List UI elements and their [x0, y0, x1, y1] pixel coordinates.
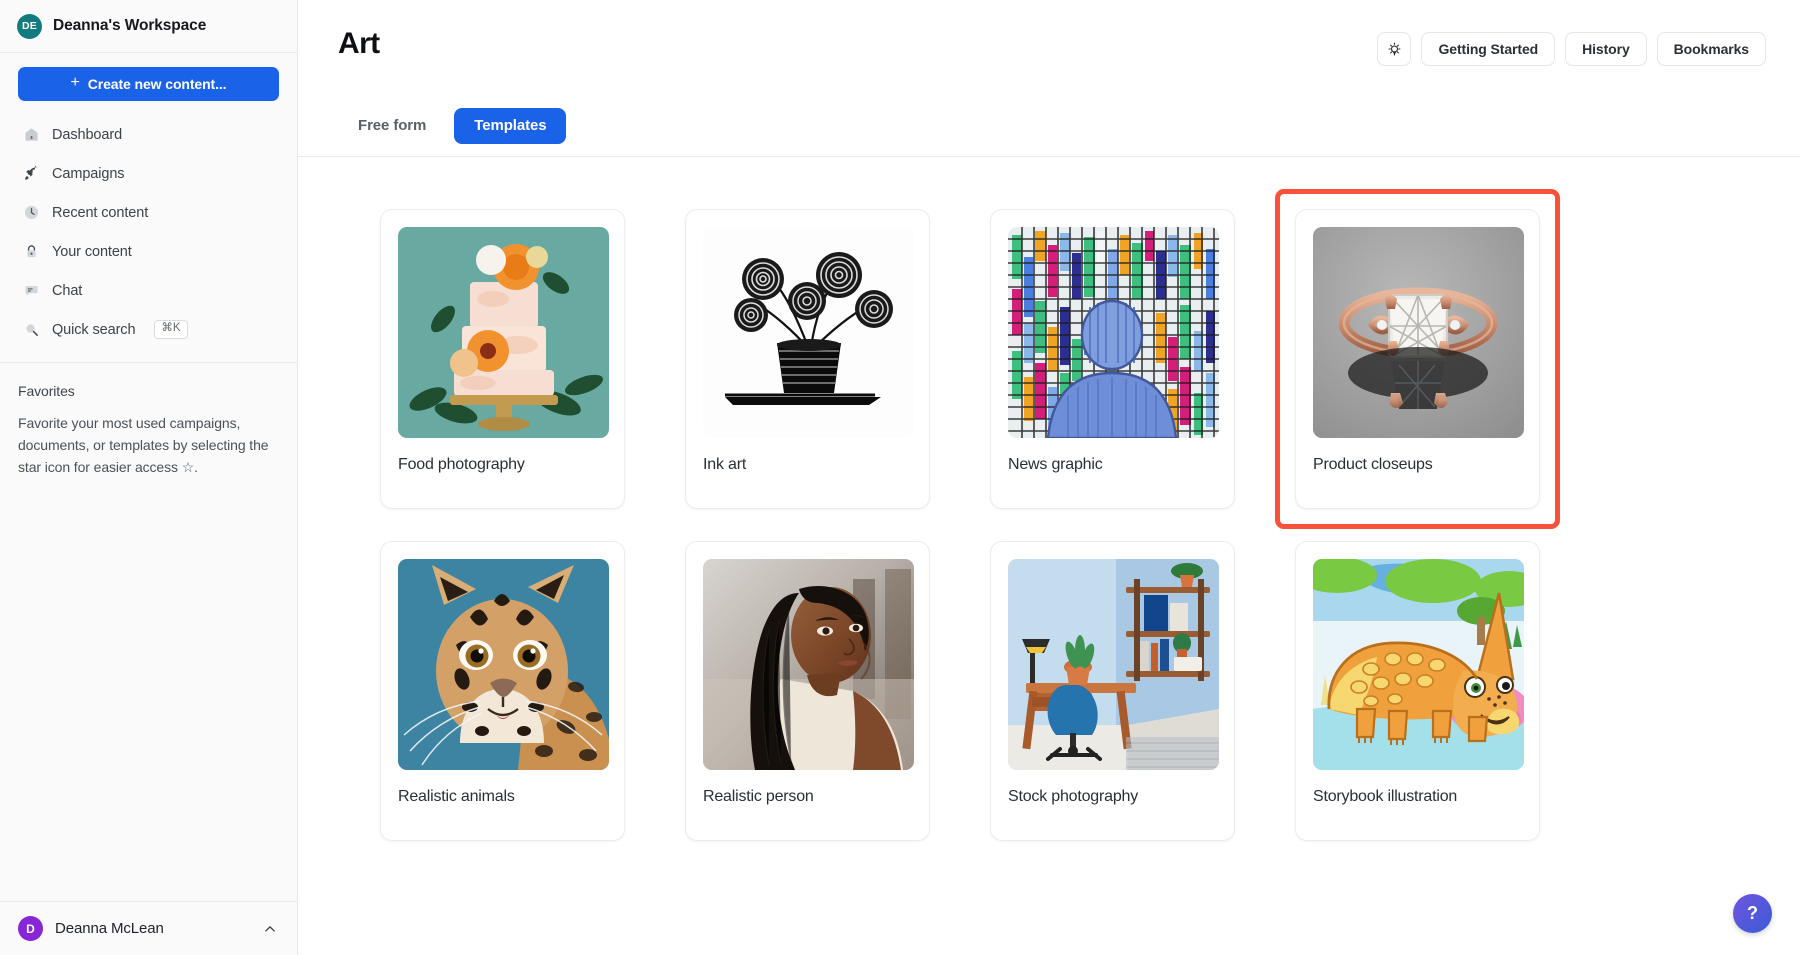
avatar: D [18, 916, 43, 941]
app-root: DE Deanna's Workspace + Create new conte… [0, 0, 1800, 955]
template-label: Product closeups [1313, 455, 1522, 475]
bookmarks-button[interactable]: Bookmarks [1657, 32, 1766, 66]
tab-bar: Free form Templates [298, 95, 1800, 157]
template-label: Stock photography [1008, 787, 1217, 807]
template-thumbnail [1313, 559, 1524, 770]
search-icon [22, 321, 40, 339]
sidebar-item-label: Recent content [52, 205, 148, 221]
sidebar-item-recent-content[interactable]: Recent content [18, 193, 279, 232]
template-thumbnail [1008, 559, 1219, 770]
tab-templates[interactable]: Templates [454, 108, 566, 144]
template-card-stock-photography[interactable]: Stock photography [990, 541, 1235, 841]
home-icon [22, 126, 40, 144]
favorites-section: Favorites Favorite your most used campai… [0, 363, 297, 478]
template-card-realistic-animals[interactable]: Realistic animals [380, 541, 625, 841]
sidebar-item-chat[interactable]: Chat [18, 271, 279, 310]
favorites-title: Favorites [18, 383, 277, 399]
page-header: Art Getting Started History Bookmarks [298, 0, 1800, 95]
rocket-icon [22, 165, 40, 183]
sidebar-item-label: Dashboard [52, 127, 122, 143]
primary-nav: Dashboard Campaigns [18, 115, 279, 349]
favorites-description-period: . [194, 459, 198, 475]
star-icon: ☆ [182, 459, 194, 475]
template-label: News graphic [1008, 455, 1217, 475]
getting-started-button[interactable]: Getting Started [1421, 32, 1555, 66]
sidebar-item-campaigns[interactable]: Campaigns [18, 154, 279, 193]
template-thumbnail [703, 227, 914, 438]
create-new-content-label: Create new content... [88, 76, 227, 92]
sidebar-item-label: Chat [52, 283, 82, 299]
chat-icon [22, 282, 40, 300]
plus-icon: + [71, 75, 80, 91]
help-button[interactable]: ? [1733, 894, 1772, 933]
sidebar-item-quick-search[interactable]: Quick search ⌘K [18, 310, 279, 349]
template-card-storybook-illustration[interactable]: Storybook illustration [1295, 541, 1540, 841]
template-thumbnail [398, 227, 609, 438]
template-card-realistic-person[interactable]: Realistic person [685, 541, 930, 841]
template-thumbnail [1313, 227, 1524, 438]
create-new-content-button[interactable]: + Create new content... [18, 67, 279, 101]
templates-grid: Food photography [338, 209, 1760, 841]
header-actions: Getting Started History Bookmarks [1377, 26, 1766, 66]
tab-free-form[interactable]: Free form [338, 108, 446, 144]
workspace-name: Deanna's Workspace [53, 17, 206, 35]
sidebar: DE Deanna's Workspace + Create new conte… [0, 0, 298, 955]
sidebar-item-your-content[interactable]: Your content [18, 232, 279, 271]
template-label: Realistic animals [398, 787, 607, 807]
sidebar-item-label: Campaigns [52, 166, 124, 182]
template-label: Food photography [398, 455, 607, 475]
template-card-ink-art[interactable]: Ink art [685, 209, 930, 509]
sidebar-spacer [0, 478, 297, 901]
template-label: Realistic person [703, 787, 912, 807]
sidebar-body: + Create new content... Dashboard [0, 53, 297, 349]
clock-icon [22, 204, 40, 222]
template-thumbnail [703, 559, 914, 770]
template-thumbnail [398, 559, 609, 770]
chevron-up-icon[interactable] [261, 920, 279, 938]
history-button[interactable]: History [1565, 32, 1647, 66]
template-card-news-graphic[interactable]: News graphic [990, 209, 1235, 509]
main-content: Art Getting Started History Bookmarks [298, 0, 1800, 955]
favorites-description: Favorite your most used campaigns, docum… [18, 412, 277, 478]
user-account-row[interactable]: D Deanna McLean [0, 901, 297, 955]
template-label: Storybook illustration [1313, 787, 1522, 807]
favorites-description-text: Favorite your most used campaigns, docum… [18, 415, 268, 475]
quick-search-shortcut: ⌘K [154, 320, 187, 339]
workspace-avatar: DE [17, 14, 42, 39]
lock-icon [22, 243, 40, 261]
template-card-food-photography[interactable]: Food photography [380, 209, 625, 509]
lightbulb-icon[interactable] [1377, 32, 1411, 66]
sidebar-item-label: Quick search [52, 322, 135, 338]
templates-scroll-area[interactable]: Food photography [298, 157, 1800, 955]
workspace-header[interactable]: DE Deanna's Workspace [0, 0, 297, 53]
template-thumbnail [1008, 227, 1219, 438]
page-title: Art [338, 26, 380, 62]
sidebar-item-dashboard[interactable]: Dashboard [18, 115, 279, 154]
template-card-product-closeups[interactable]: Product closeups [1295, 209, 1540, 509]
sidebar-item-label: Your content [52, 244, 132, 260]
template-label: Ink art [703, 455, 912, 475]
user-name: Deanna McLean [55, 920, 164, 937]
